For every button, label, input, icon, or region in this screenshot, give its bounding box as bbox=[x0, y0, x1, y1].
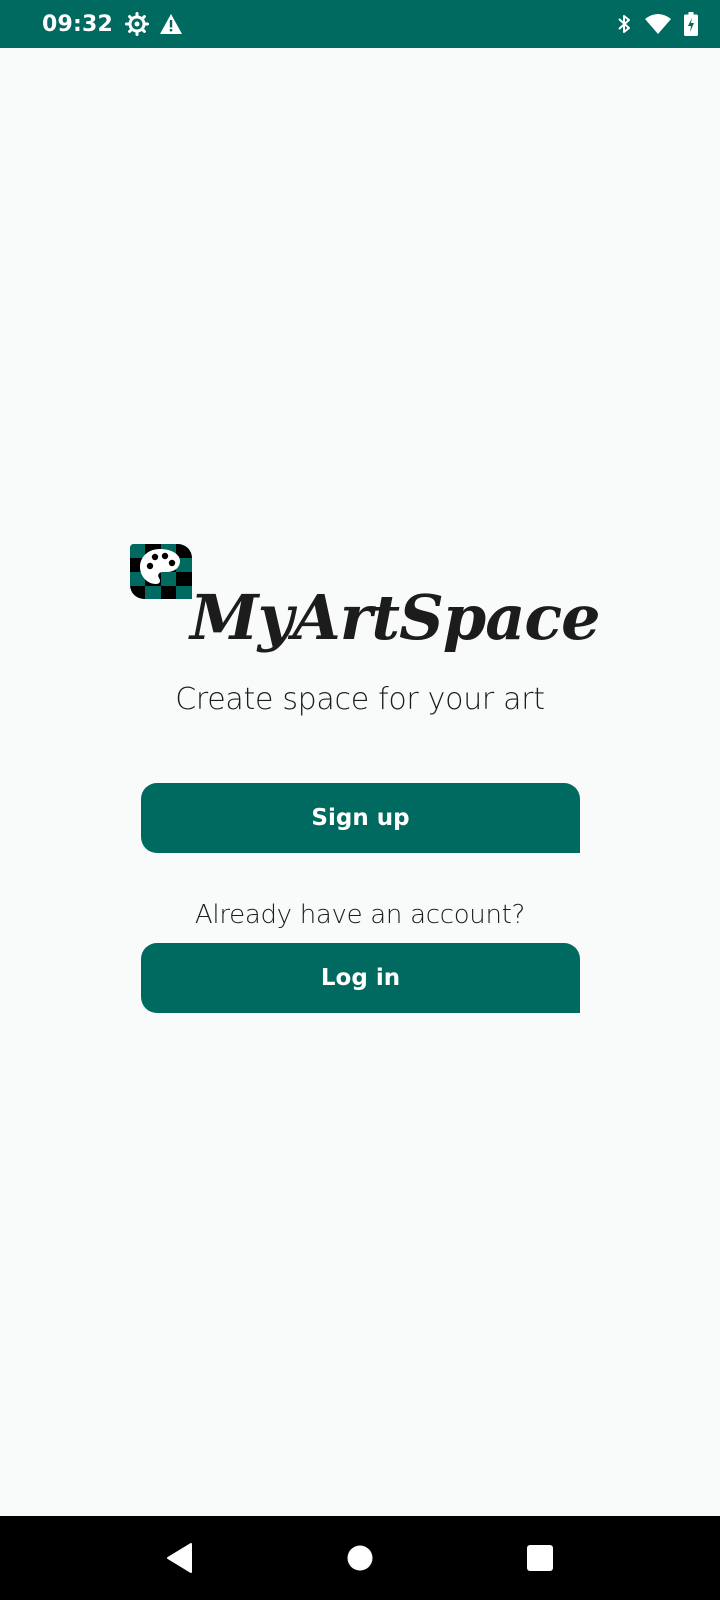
home-icon[interactable] bbox=[330, 1528, 390, 1588]
back-icon[interactable] bbox=[150, 1528, 210, 1588]
status-bar: 09:32 bbox=[0, 0, 720, 48]
status-notification-icons bbox=[125, 12, 183, 36]
wifi-icon bbox=[644, 13, 672, 35]
signup-button[interactable]: Sign up bbox=[141, 783, 580, 853]
login-button[interactable]: Log in bbox=[141, 943, 580, 1013]
settings-gear-icon bbox=[125, 12, 150, 36]
app-title: MyArtSpace bbox=[190, 581, 601, 654]
battery-charging-icon bbox=[684, 12, 698, 36]
app-tagline: Create space for your art bbox=[175, 682, 545, 717]
warning-icon bbox=[159, 13, 183, 35]
status-system-icons bbox=[616, 12, 698, 36]
palette-icon bbox=[130, 544, 192, 599]
navigation-bar bbox=[0, 1516, 720, 1600]
recents-icon[interactable] bbox=[510, 1528, 570, 1588]
status-time: 09:32 bbox=[42, 11, 114, 37]
account-prompt: Already have an account? bbox=[194, 900, 526, 930]
bluetooth-icon bbox=[616, 12, 632, 36]
